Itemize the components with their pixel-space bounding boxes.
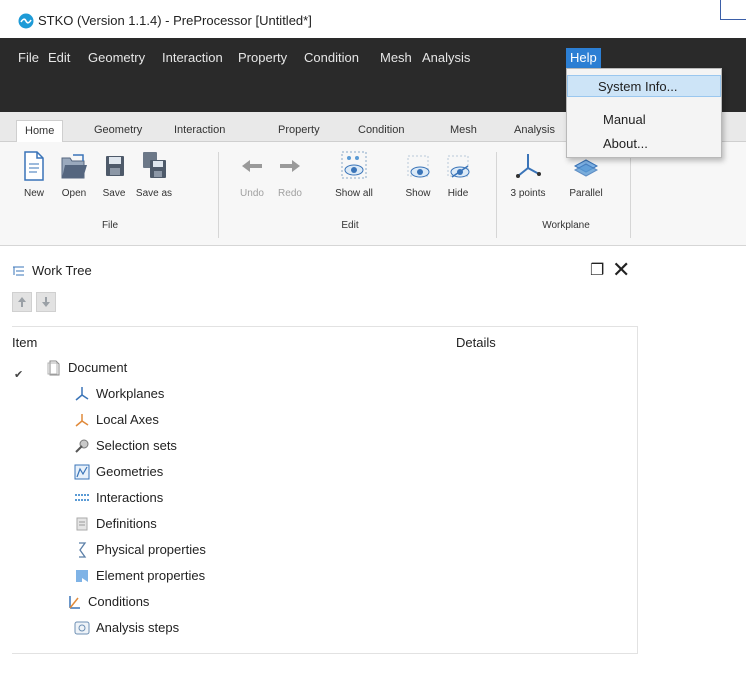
menu-help[interactable]: Help (566, 48, 601, 68)
corner-accent (720, 0, 746, 20)
parallel-label: Parallel (569, 188, 603, 199)
system-info-label: System Info... (598, 79, 678, 94)
hide-label: Hide (447, 188, 469, 199)
three-points-label: 3 points (510, 188, 546, 199)
menu-interaction[interactable]: Interaction (158, 48, 227, 68)
arrow-up-icon (18, 297, 26, 307)
geometries-icon (74, 464, 90, 480)
tree-item-label: Geometries (96, 464, 164, 479)
tree-item-label: Element properties (96, 568, 206, 583)
tree-item-label: Definitions (96, 516, 157, 531)
tree-item-label: Local Axes (96, 412, 159, 427)
menu-analysis[interactable]: Analysis (418, 48, 474, 68)
file-group-label: File (101, 220, 119, 231)
work-tree-header: Work Tree ❐ ✕ (12, 257, 638, 284)
tree-item-label: Workplanes (96, 386, 165, 401)
stko-app-icon (18, 13, 34, 29)
tab-analysis[interactable]: Analysis (506, 120, 563, 142)
save-button[interactable]: Save (94, 150, 134, 210)
column-header-item[interactable]: Item (12, 335, 37, 350)
tree-item-label: Physical properties (96, 542, 206, 557)
tree-panel-icon (13, 266, 24, 276)
document-icon (47, 360, 60, 376)
save-as-icon (143, 152, 166, 178)
redo-label: Redo (278, 188, 302, 199)
workplane-group-label: Workplane (542, 220, 590, 231)
tab-mesh[interactable]: Mesh (442, 120, 485, 142)
open-folder-icon (61, 154, 87, 179)
new-file-icon (24, 151, 44, 181)
new-button[interactable]: New (14, 150, 54, 210)
save-disk-icon (106, 156, 124, 176)
element-properties-icon (76, 570, 88, 582)
menu-edit[interactable]: Edit (44, 48, 74, 68)
tab-interaction[interactable]: Interaction (166, 120, 233, 142)
save-as-label: Save as (135, 188, 173, 199)
float-window-icon[interactable]: ❐ (590, 260, 604, 280)
show-all-icon (341, 151, 367, 179)
workplane-3-points-icon (516, 154, 541, 178)
hide-eye-icon (447, 155, 470, 178)
interactions-icon (75, 494, 89, 501)
menu-mesh[interactable]: Mesh (376, 48, 416, 68)
show-all-button[interactable]: Show all (334, 150, 374, 210)
undo-button[interactable]: Undo (232, 150, 272, 210)
work-tree-title: Work Tree (32, 263, 92, 278)
close-icon[interactable]: ✕ (612, 257, 630, 283)
edit-group-label: Edit (341, 220, 359, 231)
redo-button[interactable]: Redo (270, 150, 310, 210)
menu-geometry[interactable]: Geometry (84, 48, 149, 68)
window-title: STKO (Version 1.1.4) - PreProcessor [Unt… (38, 13, 312, 28)
tree-item-label: Interactions (96, 490, 164, 505)
analysis-steps-icon (74, 621, 90, 635)
tab-condition[interactable]: Condition (350, 120, 412, 142)
menu-item-system-info[interactable]: System Info... (567, 75, 721, 97)
tab-geometry[interactable]: Geometry (86, 120, 150, 142)
undo-arrow-icon (242, 160, 262, 172)
menu-condition[interactable]: Condition (300, 48, 363, 68)
parallel-button[interactable]: Parallel (566, 150, 606, 210)
selection-sets-icon (75, 439, 89, 453)
tab-property[interactable]: Property (270, 120, 328, 142)
move-up-button[interactable] (12, 292, 32, 312)
expand-chevron-icon[interactable]: ✔ (14, 368, 23, 381)
eye-icon (407, 155, 430, 178)
menu-item-manual[interactable]: Manual (567, 109, 721, 131)
local-axes-icon (75, 414, 89, 427)
workplane-icon (75, 387, 89, 401)
redo-arrow-icon (280, 160, 300, 172)
menu-file[interactable]: File (14, 48, 43, 68)
open-button[interactable]: Open (54, 150, 94, 210)
column-header-details[interactable]: Details (456, 335, 496, 350)
arrow-down-icon (42, 297, 50, 307)
help-dropdown-menu: System Info... Manual About... (566, 68, 722, 158)
menu-property[interactable]: Property (234, 48, 291, 68)
tree-item-label: Selection sets (96, 438, 177, 453)
menu-item-about[interactable]: About... (567, 133, 721, 155)
ribbon-separator (496, 152, 497, 238)
move-down-button[interactable] (36, 292, 56, 312)
title-bar: STKO (Version 1.1.4) - PreProcessor [Unt… (0, 0, 746, 38)
ribbon-separator (218, 152, 219, 238)
physical-properties-icon (79, 542, 87, 558)
show-button[interactable]: Show (398, 150, 438, 210)
conditions-icon (69, 596, 80, 609)
tree-item-label: Analysis steps (96, 620, 180, 635)
definitions-icon (76, 517, 88, 531)
hide-button[interactable]: Hide (438, 150, 478, 210)
tree-item-label: Document (68, 360, 128, 375)
save-as-button[interactable]: Save as (134, 150, 174, 210)
ribbon-separator (630, 152, 631, 238)
tab-home[interactable]: Home (16, 120, 64, 142)
about-label: About... (603, 136, 648, 151)
show-all-label: Show all (335, 188, 373, 199)
tree-item-label: Conditions (88, 594, 150, 609)
three-points-button[interactable]: 3 points (508, 150, 548, 210)
manual-label: Manual (603, 112, 646, 127)
